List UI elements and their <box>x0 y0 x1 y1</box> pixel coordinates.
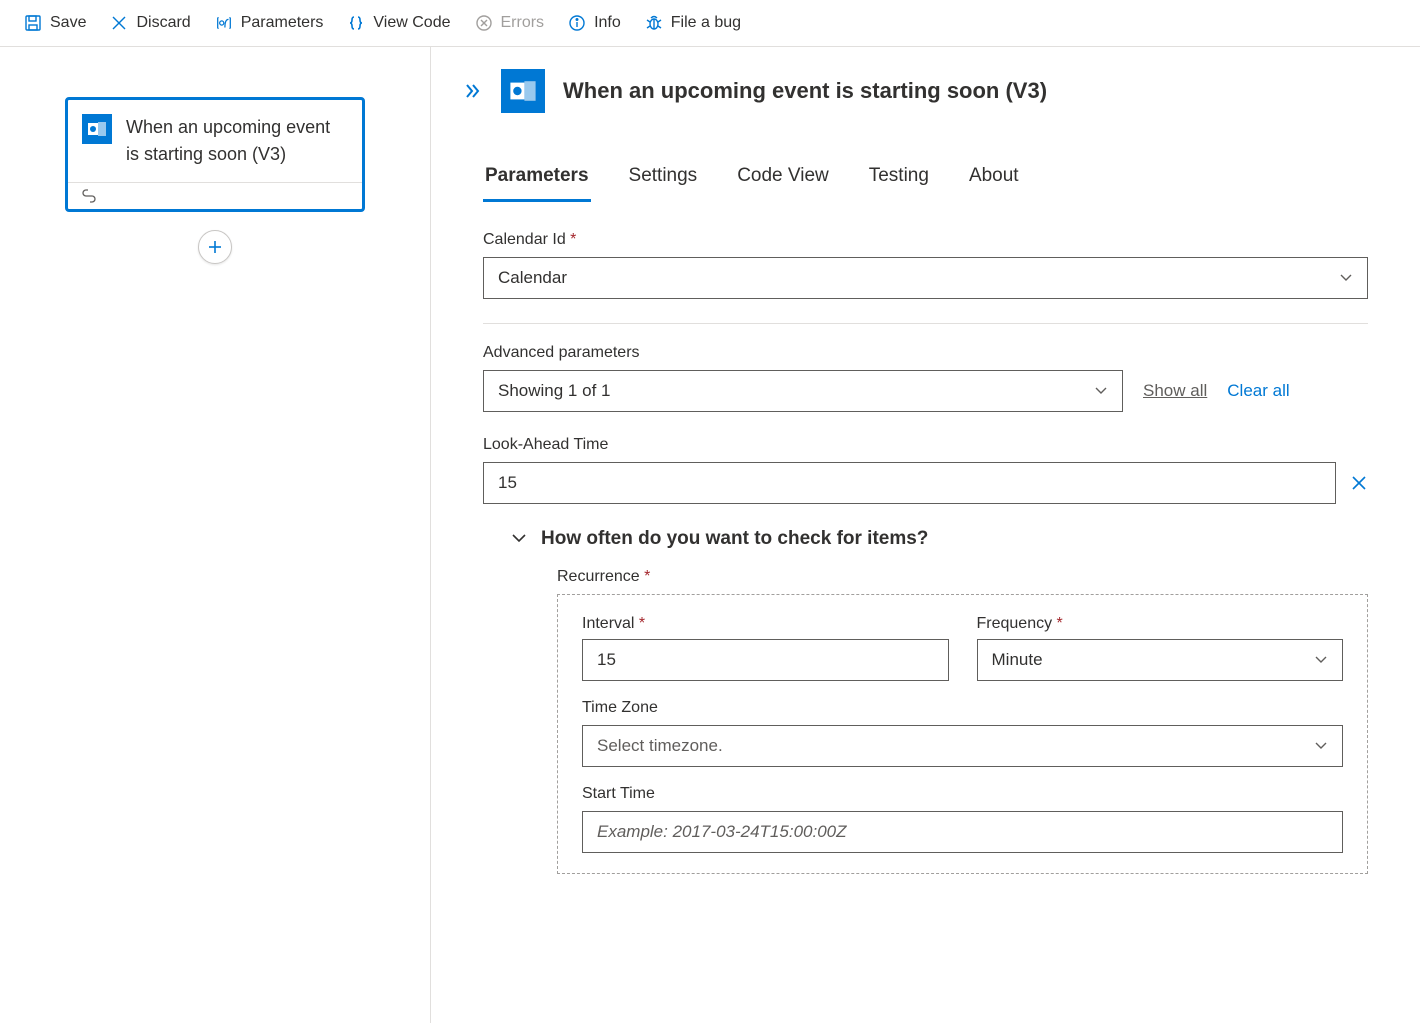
check-frequency-section-header[interactable]: How often do you want to check for items… <box>511 528 1368 550</box>
field-start-time: Start Time Example: 2017-03-24T15:00:00Z <box>582 785 1343 853</box>
info-icon <box>568 14 586 32</box>
add-action-button[interactable] <box>198 230 232 264</box>
file-bug-label: File a bug <box>671 14 741 32</box>
info-button[interactable]: Info <box>560 8 629 38</box>
advanced-parameters-label: Advanced parameters <box>483 344 1368 362</box>
start-time-label: Start Time <box>582 785 1343 803</box>
check-frequency-title: How often do you want to check for items… <box>541 528 928 550</box>
calendar-id-value: Calendar <box>498 268 567 288</box>
parameters-icon <box>215 14 233 32</box>
timezone-label: Time Zone <box>582 699 1343 717</box>
look-ahead-label: Look-Ahead Time <box>483 436 1368 454</box>
panel-header: When an upcoming event is starting soon … <box>431 47 1420 123</box>
collapse-panel-button[interactable] <box>463 81 483 101</box>
errors-button: Errors <box>467 8 553 38</box>
panel-tabs: Parameters Settings Code View Testing Ab… <box>431 123 1420 203</box>
tab-code-view[interactable]: Code View <box>735 157 831 202</box>
chevron-down-icon <box>1314 741 1328 751</box>
start-time-placeholder: Example: 2017-03-24T15:00:00Z <box>597 822 847 842</box>
divider <box>483 323 1368 324</box>
panel-connector-icon <box>501 69 545 113</box>
advanced-parameters-select[interactable]: Showing 1 of 1 <box>483 370 1123 412</box>
info-label: Info <box>594 14 621 32</box>
calendar-id-label: Calendar Id * <box>483 231 1368 249</box>
file-bug-button[interactable]: File a bug <box>637 8 749 38</box>
tab-settings[interactable]: Settings <box>627 157 700 202</box>
parameters-form: Calendar Id * Calendar Advanced paramete… <box>431 203 1420 902</box>
save-label: Save <box>50 14 86 32</box>
field-calendar-id: Calendar Id * Calendar <box>483 231 1368 299</box>
outlook-connector-icon <box>82 114 112 144</box>
bug-icon <box>645 14 663 32</box>
save-button[interactable]: Save <box>16 8 94 38</box>
field-interval: Interval * 15 <box>582 615 949 681</box>
trigger-card-title: When an upcoming event is starting soon … <box>126 114 348 168</box>
clear-all-link[interactable]: Clear all <box>1227 381 1289 401</box>
field-timezone: Time Zone Select timezone. <box>582 699 1343 767</box>
recurrence-group: Interval * 15 Frequency * Minute <box>557 594 1368 874</box>
field-look-ahead: Look-Ahead Time 15 <box>483 436 1368 504</box>
chevron-down-icon <box>1339 273 1353 283</box>
view-code-label: View Code <box>373 14 450 32</box>
look-ahead-value: 15 <box>498 473 517 493</box>
advanced-summary: Showing 1 of 1 <box>498 381 610 401</box>
field-advanced-parameters: Advanced parameters Showing 1 of 1 Show … <box>483 344 1368 412</box>
discard-label: Discard <box>136 14 190 32</box>
tab-about[interactable]: About <box>967 157 1021 202</box>
recurrence-label: Recurrence * <box>557 568 1368 586</box>
timezone-select[interactable]: Select timezone. <box>582 725 1343 767</box>
flow-canvas[interactable]: When an upcoming event is starting soon … <box>0 47 430 1023</box>
chevron-down-icon <box>1094 386 1108 396</box>
tab-testing[interactable]: Testing <box>867 157 931 202</box>
toolbar: Save Discard Parameters View Code Errors… <box>0 0 1420 47</box>
chevron-down-icon <box>1314 655 1328 665</box>
trigger-card[interactable]: When an upcoming event is starting soon … <box>65 97 365 212</box>
main-area: When an upcoming event is starting soon … <box>0 47 1420 1023</box>
chevron-down-icon <box>511 533 527 545</box>
interval-input[interactable]: 15 <box>582 639 949 681</box>
start-time-input[interactable]: Example: 2017-03-24T15:00:00Z <box>582 811 1343 853</box>
look-ahead-input[interactable]: 15 <box>483 462 1336 504</box>
panel-title: When an upcoming event is starting soon … <box>563 78 1047 104</box>
save-icon <box>24 14 42 32</box>
interval-value: 15 <box>597 650 616 670</box>
frequency-select[interactable]: Minute <box>977 639 1344 681</box>
details-panel: When an upcoming event is starting soon … <box>430 47 1420 1023</box>
code-icon <box>347 14 365 32</box>
errors-label: Errors <box>501 14 545 32</box>
calendar-id-select[interactable]: Calendar <box>483 257 1368 299</box>
tab-parameters[interactable]: Parameters <box>483 157 591 202</box>
show-all-link[interactable]: Show all <box>1143 381 1207 401</box>
frequency-value: Minute <box>992 650 1043 670</box>
interval-label: Interval * <box>582 615 949 633</box>
parameters-label: Parameters <box>241 14 324 32</box>
discard-icon <box>110 14 128 32</box>
trigger-card-footer <box>68 182 362 209</box>
field-frequency: Frequency * Minute <box>977 615 1344 681</box>
connection-link-icon[interactable] <box>80 189 350 203</box>
discard-button[interactable]: Discard <box>102 8 198 38</box>
parameters-button[interactable]: Parameters <box>207 8 332 38</box>
frequency-label: Frequency * <box>977 615 1344 633</box>
trigger-card-body: When an upcoming event is starting soon … <box>68 100 362 182</box>
view-code-button[interactable]: View Code <box>339 8 458 38</box>
clear-look-ahead-button[interactable] <box>1350 474 1368 492</box>
timezone-placeholder: Select timezone. <box>597 736 723 756</box>
errors-icon <box>475 14 493 32</box>
